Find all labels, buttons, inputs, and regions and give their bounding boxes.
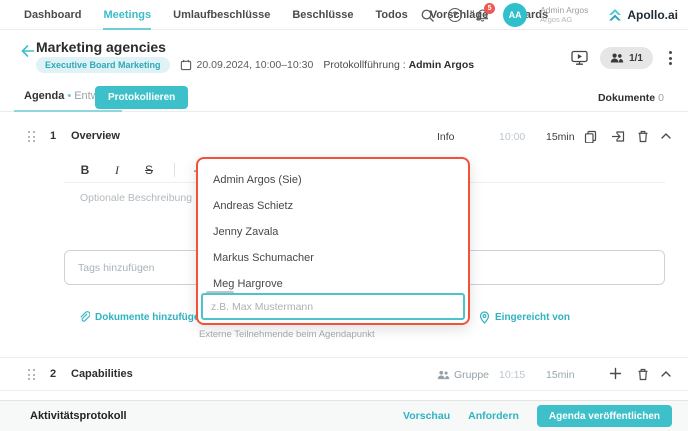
- documents-label: Dokumente: [598, 92, 655, 104]
- item-duration[interactable]: 15min: [546, 131, 575, 143]
- presentation-mode-icon[interactable]: [571, 50, 588, 66]
- meeting-meta: Executive Board Marketing 20.09.2024, 10…: [36, 57, 474, 73]
- italic-icon[interactable]: I: [110, 163, 124, 178]
- dropdown-option[interactable]: Andreas Schietz: [198, 193, 468, 219]
- participants-pill[interactable]: 1/1: [600, 47, 653, 69]
- calendar-icon: [180, 59, 192, 71]
- duplicate-icon[interactable]: [584, 130, 597, 143]
- external-participants-hint: Externe Teilnehmende beim Agendapunkt: [199, 329, 375, 340]
- bold-icon[interactable]: B: [78, 163, 92, 177]
- protocol-name: Admin Argos: [409, 59, 475, 71]
- protocol-label: Protokollführung :: [323, 59, 405, 71]
- external-participant-input[interactable]: [201, 293, 465, 320]
- drag-handle-icon[interactable]: [28, 369, 35, 380]
- request-link[interactable]: Anfordern: [468, 410, 519, 422]
- more-options-kebab-icon[interactable]: [665, 49, 676, 67]
- apollo-logo: Apollo.ai: [607, 8, 678, 23]
- pin-icon: [479, 311, 490, 324]
- page-title: Marketing agencies: [36, 39, 166, 55]
- paperclip-icon: [78, 311, 90, 323]
- description-editor-placeholder[interactable]: Optionale Beschreibung: [80, 192, 192, 204]
- drag-handle-icon[interactable]: [28, 131, 35, 142]
- item-duration[interactable]: 15min: [546, 369, 575, 381]
- item-type[interactable]: Gruppe: [437, 369, 489, 381]
- strikethrough-icon[interactable]: S: [142, 163, 156, 177]
- submitted-by-label: Eingereicht von: [495, 312, 570, 323]
- notifications-bell-icon[interactable]: 5: [475, 8, 490, 23]
- header-actions: 1/1: [571, 47, 676, 69]
- avatar[interactable]: AA: [503, 3, 527, 27]
- nav-item-umlaufbeschluesse[interactable]: Umlaufbeschlüsse: [173, 0, 270, 30]
- nav-item-meetings[interactable]: Meetings: [103, 0, 151, 30]
- tab-agenda-bullet: •: [67, 90, 71, 102]
- search-icon[interactable]: [420, 8, 435, 23]
- delete-icon[interactable]: [637, 368, 649, 381]
- notification-count-badge: 5: [484, 3, 495, 14]
- protokollieren-button[interactable]: Protokollieren: [95, 86, 188, 109]
- dropdown-option[interactable]: Markus Schumacher: [198, 245, 468, 271]
- move-to-icon[interactable]: [611, 130, 625, 143]
- protocol-lead: Protokollführung : Admin Argos: [323, 59, 474, 71]
- nav-item-beschluesse[interactable]: Beschlüsse: [292, 0, 353, 30]
- add-icon[interactable]: [609, 367, 622, 380]
- group-icon: [437, 370, 450, 380]
- collapse-chevron-icon[interactable]: [661, 371, 671, 377]
- people-icon: [610, 53, 624, 63]
- participant-dropdown: Admin Argos (Sie) Andreas Schietz Jenny …: [196, 157, 470, 325]
- dropdown-option[interactable]: Admin Argos (Sie): [198, 167, 468, 193]
- tabs-row: Agenda•Entwurf Protokollieren Dokumente0: [0, 82, 688, 112]
- topbar-actions: ? 5 AA Admin Argos Argos AG Apollo.ai: [420, 0, 678, 30]
- item-number: 1: [50, 130, 56, 142]
- toolbar-divider: [174, 163, 175, 177]
- collapse-chevron-icon[interactable]: [661, 133, 671, 139]
- activity-log-link[interactable]: Aktivitätsprotokoll: [30, 410, 127, 422]
- agenda-item-2: 2 Capabilities Gruppe 10:15 15min: [0, 357, 688, 391]
- board-badge[interactable]: Executive Board Marketing: [36, 57, 170, 73]
- nav-item-dashboard[interactable]: Dashboard: [24, 0, 81, 30]
- footer-actions: Vorschau Anfordern Agenda veröffentliche…: [403, 405, 672, 427]
- apollo-logo-icon: [607, 8, 623, 23]
- agenda-item-1: 1 Overview Info 10:00 15min: [0, 120, 688, 154]
- item-type-label: Gruppe: [454, 369, 489, 381]
- meeting-datetime-text: 20.09.2024, 10:00–10:30: [197, 59, 314, 71]
- item-start-time[interactable]: 10:00: [499, 131, 525, 143]
- documents-count: 0: [658, 92, 664, 104]
- item-title[interactable]: Capabilities: [71, 368, 133, 380]
- delete-icon[interactable]: [637, 130, 649, 143]
- publish-agenda-button[interactable]: Agenda veröffentlichen: [537, 405, 672, 427]
- help-icon[interactable]: ?: [448, 8, 462, 22]
- documents-counter[interactable]: Dokumente0: [598, 92, 664, 104]
- meeting-datetime: 20.09.2024, 10:00–10:30: [180, 59, 314, 71]
- submitted-by-link[interactable]: Eingereicht von: [479, 311, 570, 324]
- item-number: 2: [50, 368, 56, 380]
- preview-link[interactable]: Vorschau: [403, 410, 450, 422]
- apollo-logo-text: Apollo.ai: [627, 8, 678, 22]
- tab-agenda-label: Agenda: [24, 90, 64, 102]
- participants-count: 1/1: [629, 53, 643, 64]
- nav-item-todos[interactable]: Todos: [376, 0, 408, 30]
- back-arrow-icon[interactable]: [20, 44, 35, 58]
- user-organization: Argos AG: [540, 16, 588, 25]
- item-start-time[interactable]: 10:15: [499, 369, 525, 381]
- footer-bar: Aktivitätsprotokoll Vorschau Anfordern A…: [0, 400, 688, 431]
- user-info[interactable]: Admin Argos Argos AG: [540, 6, 588, 24]
- item-title[interactable]: Overview: [71, 130, 120, 142]
- dropdown-option[interactable]: Jenny Zavala: [198, 219, 468, 245]
- item-type[interactable]: Info: [437, 131, 455, 143]
